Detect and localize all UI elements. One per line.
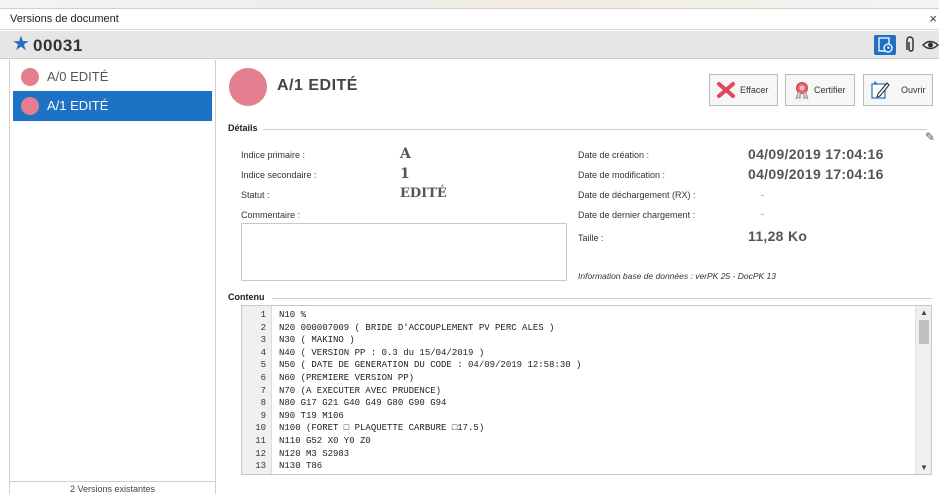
line-number: 1 xyxy=(260,310,266,320)
line-number: 4 xyxy=(260,347,266,358)
code-text: N130 T86 xyxy=(279,461,323,472)
title-bar: Versions de document × xyxy=(0,8,939,30)
effacer-button[interactable]: Effacer xyxy=(709,74,778,106)
version-label: A/1 EDITÉ xyxy=(47,98,109,113)
db-info: Information base de données : verPK 25 -… xyxy=(578,271,776,281)
document-number: 00031 xyxy=(33,36,83,55)
line-number: 11 xyxy=(255,436,266,446)
close-icon[interactable]: × xyxy=(929,11,937,27)
date-chargement-label: Date de dernier chargement : xyxy=(578,210,696,220)
code-text: N40 ( VERSION PP : 0.3 du 15/04/2019 ) xyxy=(279,347,485,358)
ouvrir-button[interactable]: Ouvrir xyxy=(863,74,933,106)
line-number: 10 xyxy=(255,423,266,434)
contenu-header: Contenu xyxy=(228,292,265,302)
scroll-thumb[interactable] xyxy=(919,320,929,344)
details-header: Détails xyxy=(228,123,258,133)
code-text: N110 G52 X0 Y0 Z0 xyxy=(279,436,371,446)
certifier-label: Certifier xyxy=(814,85,846,95)
window-title: Versions de document xyxy=(10,13,119,25)
line-number: 6 xyxy=(260,373,266,383)
document-header: ★ 00031 xyxy=(0,31,939,59)
taille-value: 11,28 Ko xyxy=(748,228,808,244)
version-details-panel: A/1 EDITÉ Effacer Certifier Ouvrir Détai… xyxy=(217,60,939,494)
line-number: 5 xyxy=(260,360,266,371)
scroll-up-icon[interactable]: ▲ xyxy=(916,308,931,317)
pencil-icon[interactable]: ✎ xyxy=(925,130,935,144)
line-number: 7 xyxy=(260,385,266,396)
date-creation-label: Date de création : xyxy=(578,150,650,160)
line-number: 9 xyxy=(260,410,266,421)
delete-icon xyxy=(716,80,736,100)
version-status-dot xyxy=(21,68,39,86)
code-text: N50 ( DATE DE GENERATION DU CODE : 04/09… xyxy=(279,360,582,371)
code-viewer[interactable]: 1 N10 % 2 N20 000007009 ( BRIDE D'ACCOUPLEM… xyxy=(241,305,932,475)
certifier-button[interactable]: Certifier xyxy=(785,74,855,106)
line-number: 8 xyxy=(260,398,266,409)
open-edit-icon xyxy=(870,80,890,100)
version-label: A/0 EDITÉ xyxy=(47,69,109,84)
date-chargement-value: - xyxy=(761,209,764,219)
date-dechargement-value: - xyxy=(761,190,764,200)
code-text: N30 ( MAKINO ) xyxy=(279,335,355,346)
line-number: 13 xyxy=(255,461,266,472)
indice-secondaire-value: 1 xyxy=(400,166,410,182)
code-text: N10 % xyxy=(279,310,307,320)
effacer-label: Effacer xyxy=(740,85,769,95)
versions-count: 2 Versions existantes xyxy=(10,481,215,494)
taille-label: Taille : xyxy=(578,233,604,243)
versions-list: A/0 EDITÉ A/1 EDITÉ 2 Versions existante… xyxy=(9,60,216,494)
code-text: N120 M3 S2983 xyxy=(279,448,350,459)
eye-icon[interactable] xyxy=(922,35,939,55)
code-text: N90 T19 M106 xyxy=(279,410,344,421)
scroll-down-icon[interactable]: ▼ xyxy=(916,463,931,472)
versions-window: Versions de document × ★ 00031 A/0 EDITÉ… xyxy=(0,0,939,494)
indice-secondaire-label: Indice secondaire : xyxy=(241,170,317,180)
statut-label: Statut : xyxy=(241,190,270,200)
details-divider xyxy=(263,129,927,130)
code-text: N70 (A EXECUTER AVEC PRUDENCE) xyxy=(279,385,442,396)
background-strip xyxy=(0,0,939,8)
version-status-dot xyxy=(21,97,39,115)
indice-primaire-label: Indice primaire : xyxy=(241,150,306,160)
line-number: 3 xyxy=(260,335,266,346)
certificate-icon xyxy=(792,80,812,100)
date-creation-value: 04/09/2019 17:04:16 xyxy=(748,146,884,162)
date-modification-value: 04/09/2019 17:04:16 xyxy=(748,166,884,182)
ouvrir-label: Ouvrir xyxy=(901,85,926,95)
commentaire-field[interactable] xyxy=(241,223,567,281)
date-dechargement-label: Date de déchargement (RX) : xyxy=(578,190,696,200)
statut-value: EDITÉ xyxy=(400,186,447,201)
version-status-dot-large xyxy=(229,68,267,106)
vertical-scrollbar[interactable]: ▲ ▼ xyxy=(915,306,931,474)
code-text: N80 G17 G21 G40 G49 G80 G90 G94 xyxy=(279,398,447,409)
code-text: N60 (PREMIERE VERSION PP) xyxy=(279,373,415,383)
code-text: N100 (FORET □ PLAQUETTE CARBURE □17.5) xyxy=(279,423,485,434)
version-item-a0[interactable]: A/0 EDITÉ xyxy=(13,62,212,92)
line-number: 12 xyxy=(255,448,266,459)
paperclip-icon[interactable] xyxy=(903,35,917,55)
date-modification-label: Date de modification : xyxy=(578,170,666,180)
indice-primaire-value: A xyxy=(400,146,411,162)
star-icon[interactable]: ★ xyxy=(12,34,30,54)
code-text: N20 000007009 ( BRIDE D'ACCOUPLEMENT PV … xyxy=(279,322,555,333)
version-item-a1[interactable]: A/1 EDITÉ xyxy=(13,91,212,121)
history-icon[interactable] xyxy=(874,35,896,55)
commentaire-label: Commentaire : xyxy=(241,210,301,220)
contenu-divider xyxy=(272,298,932,299)
version-title: A/1 EDITÉ xyxy=(277,77,358,94)
line-number: 2 xyxy=(260,322,266,333)
